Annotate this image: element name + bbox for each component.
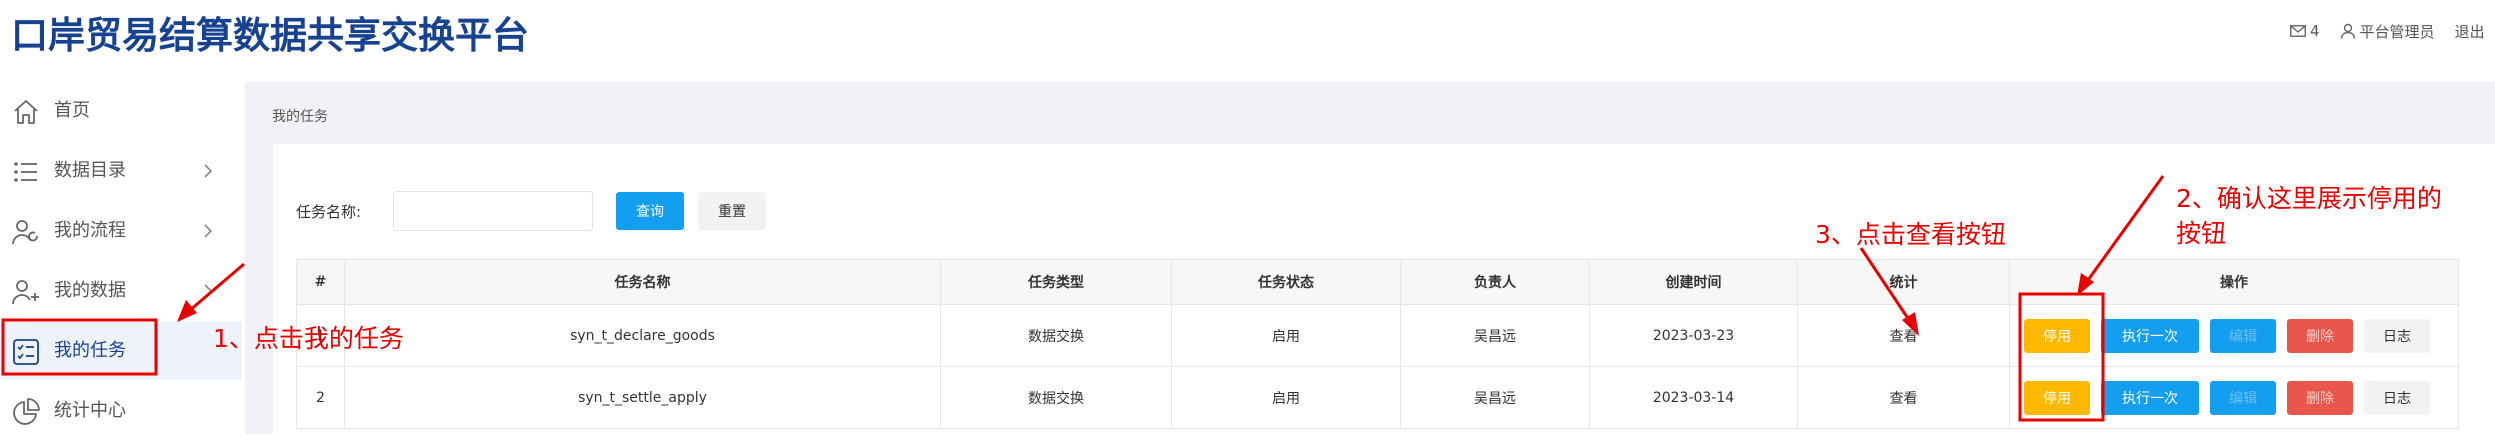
arrow-line-2 [2081,175,2165,288]
annotation-step-1: 1、点击我的任务 [213,324,404,353]
annotation-step-2-line-1: 2、确认这里展示停用的 [2176,184,2442,213]
annotation-overlay [1,175,2165,422]
highlight-box-my-tasks [1,318,158,376]
arrowhead-1 [177,300,197,322]
highlight-box-stop-buttons [2018,292,2105,422]
annotation-step-3: 3、点击查看按钮 [1815,220,2006,249]
arrow-line-3 [1859,247,1915,327]
annotation-step-2-line-2: 按钮 [2176,219,2227,248]
